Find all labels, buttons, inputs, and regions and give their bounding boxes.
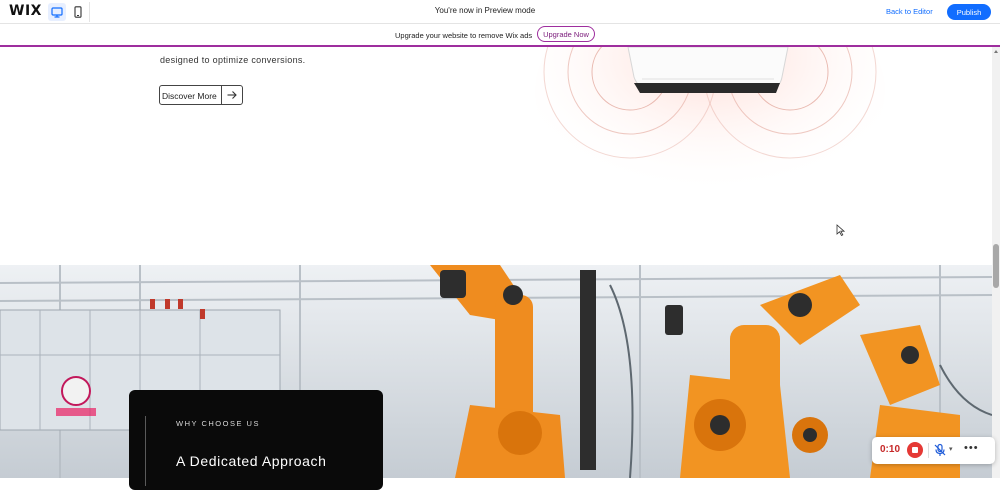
mouse-cursor-icon [836,224,845,236]
back-to-editor-link[interactable]: Back to Editor [886,7,933,16]
preview-mode-label: You're now in Preview mode [434,6,536,15]
card-eyebrow: WHY CHOOSE US [176,419,260,428]
why-choose-us-card: WHY CHOOSE US A Dedicated Approach [129,390,383,490]
upgrade-banner-text: Upgrade your website to remove Wix ads [395,31,533,40]
stop-record-icon [912,447,918,453]
upgrade-banner: Upgrade your website to remove Wix ads U… [0,24,1000,47]
hero-product-image [535,47,885,207]
publish-button[interactable]: Publish [947,4,991,20]
card-title: A Dedicated Approach [176,453,327,469]
upgrade-now-button[interactable]: Upgrade Now [537,26,595,42]
stop-record-button[interactable] [907,442,923,458]
screen-recorder-widget: 0:10 ▾ ••• [872,437,995,464]
recorder-divider [928,443,929,458]
discover-divider [221,86,222,104]
hero-description: designed to optimize conversions. [160,55,306,65]
mic-muted-icon[interactable] [933,443,947,457]
mic-dropdown-chevron-icon[interactable]: ▾ [949,445,953,453]
discover-more-label: Discover More [162,91,217,101]
scrollbar-thumb[interactable] [993,244,999,288]
preview-topbar: WIX You're now in Preview mode Back to E… [0,0,1000,24]
arrow-right-icon [227,91,237,99]
discover-more-button[interactable]: Discover More [159,85,243,105]
card-accent-rule [145,416,146,486]
more-options-icon[interactable]: ••• [964,442,979,454]
scroll-up-arrow-icon[interactable] [994,50,998,53]
recording-time: 0:10 [880,444,901,455]
